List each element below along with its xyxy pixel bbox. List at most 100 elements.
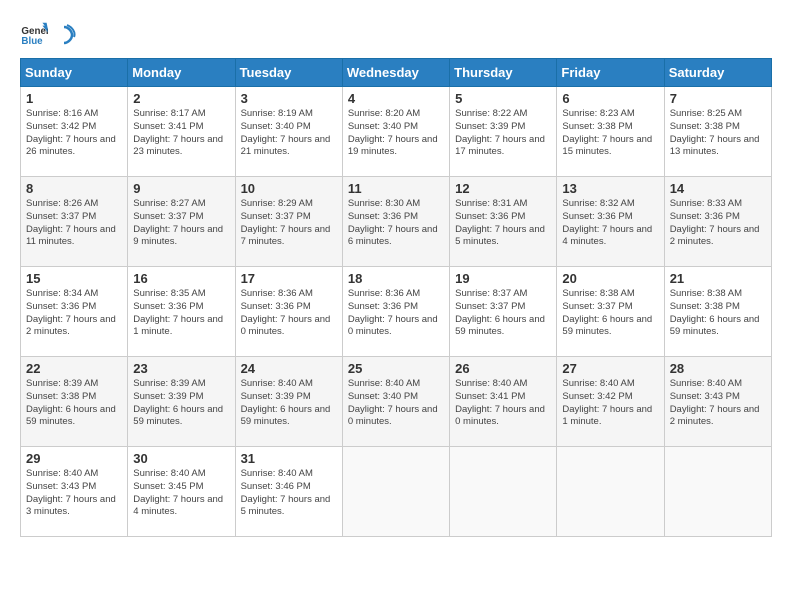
calendar-cell <box>450 447 557 537</box>
cell-info: Sunrise: 8:39 AM Sunset: 3:38 PM Dayligh… <box>26 378 122 429</box>
cell-info: Sunrise: 8:20 AM Sunset: 3:40 PM Dayligh… <box>348 108 444 159</box>
day-number: 2 <box>133 91 229 106</box>
cell-info: Sunrise: 8:40 AM Sunset: 3:43 PM Dayligh… <box>26 468 122 519</box>
calendar-cell: 22 Sunrise: 8:39 AM Sunset: 3:38 PM Dayli… <box>21 357 128 447</box>
cell-info: Sunrise: 8:38 AM Sunset: 3:38 PM Dayligh… <box>670 288 766 339</box>
day-number: 25 <box>348 361 444 376</box>
day-number: 27 <box>562 361 658 376</box>
day-number: 29 <box>26 451 122 466</box>
cell-info: Sunrise: 8:29 AM Sunset: 3:37 PM Dayligh… <box>241 198 337 249</box>
cell-info: Sunrise: 8:27 AM Sunset: 3:37 PM Dayligh… <box>133 198 229 249</box>
logo-icon: General Blue <box>20 20 48 48</box>
day-number: 4 <box>348 91 444 106</box>
cell-info: Sunrise: 8:40 AM Sunset: 3:42 PM Dayligh… <box>562 378 658 429</box>
week-row-5: 29 Sunrise: 8:40 AM Sunset: 3:43 PM Dayli… <box>21 447 772 537</box>
cell-info: Sunrise: 8:23 AM Sunset: 3:38 PM Dayligh… <box>562 108 658 159</box>
calendar-cell <box>664 447 771 537</box>
cell-info: Sunrise: 8:40 AM Sunset: 3:46 PM Dayligh… <box>241 468 337 519</box>
day-number: 21 <box>670 271 766 286</box>
day-number: 7 <box>670 91 766 106</box>
header-day-friday: Friday <box>557 59 664 87</box>
page-header: General Blue <box>20 20 772 48</box>
calendar-cell: 11Sunrise: 8:30 AM Sunset: 3:36 PM Dayli… <box>342 177 449 267</box>
cell-info: Sunrise: 8:34 AM Sunset: 3:36 PM Dayligh… <box>26 288 122 339</box>
calendar-cell: 25Sunrise: 8:40 AM Sunset: 3:40 PM Dayli… <box>342 357 449 447</box>
calendar-header: SundayMondayTuesdayWednesdayThursdayFrid… <box>21 59 772 87</box>
week-row-1: 1 Sunrise: 8:16 AM Sunset: 3:42 PM Daylig… <box>21 87 772 177</box>
calendar-cell: 21 Sunrise: 8:38 AM Sunset: 3:38 PM Dayli… <box>664 267 771 357</box>
day-number: 17 <box>241 271 337 286</box>
day-number: 30 <box>133 451 229 466</box>
calendar-cell: 14 Sunrise: 8:33 AM Sunset: 3:36 PM Dayli… <box>664 177 771 267</box>
cell-info: Sunrise: 8:38 AM Sunset: 3:37 PM Dayligh… <box>562 288 658 339</box>
calendar-cell: 27 Sunrise: 8:40 AM Sunset: 3:42 PM Dayli… <box>557 357 664 447</box>
day-number: 23 <box>133 361 229 376</box>
day-number: 19 <box>455 271 551 286</box>
week-row-4: 22 Sunrise: 8:39 AM Sunset: 3:38 PM Dayli… <box>21 357 772 447</box>
day-number: 24 <box>241 361 337 376</box>
calendar-cell <box>557 447 664 537</box>
calendar-cell: 19 Sunrise: 8:37 AM Sunset: 3:37 PM Dayli… <box>450 267 557 357</box>
day-number: 20 <box>562 271 658 286</box>
calendar-cell: 24 Sunrise: 8:40 AM Sunset: 3:39 PM Dayli… <box>235 357 342 447</box>
header-day-tuesday: Tuesday <box>235 59 342 87</box>
calendar-cell: 30Sunrise: 8:40 AM Sunset: 3:45 PM Dayli… <box>128 447 235 537</box>
cell-info: Sunrise: 8:40 AM Sunset: 3:41 PM Dayligh… <box>455 378 551 429</box>
cell-info: Sunrise: 8:32 AM Sunset: 3:36 PM Dayligh… <box>562 198 658 249</box>
day-number: 10 <box>241 181 337 196</box>
cell-info: Sunrise: 8:36 AM Sunset: 3:36 PM Dayligh… <box>241 288 337 339</box>
header-day-sunday: Sunday <box>21 59 128 87</box>
calendar-cell: 16Sunrise: 8:35 AM Sunset: 3:36 PM Dayli… <box>128 267 235 357</box>
day-number: 22 <box>26 361 122 376</box>
day-number: 18 <box>348 271 444 286</box>
day-number: 14 <box>670 181 766 196</box>
cell-info: Sunrise: 8:40 AM Sunset: 3:43 PM Dayligh… <box>670 378 766 429</box>
cell-info: Sunrise: 8:19 AM Sunset: 3:40 PM Dayligh… <box>241 108 337 159</box>
day-number: 1 <box>26 91 122 106</box>
calendar-cell: 29 Sunrise: 8:40 AM Sunset: 3:43 PM Dayli… <box>21 447 128 537</box>
logo-wave-icon <box>54 23 76 45</box>
cell-info: Sunrise: 8:37 AM Sunset: 3:37 PM Dayligh… <box>455 288 551 339</box>
cell-info: Sunrise: 8:22 AM Sunset: 3:39 PM Dayligh… <box>455 108 551 159</box>
calendar-cell: 2 Sunrise: 8:17 AM Sunset: 3:41 PM Daylig… <box>128 87 235 177</box>
calendar-cell: 20 Sunrise: 8:38 AM Sunset: 3:37 PM Dayli… <box>557 267 664 357</box>
calendar-cell: 17 Sunrise: 8:36 AM Sunset: 3:36 PM Dayli… <box>235 267 342 357</box>
cell-info: Sunrise: 8:33 AM Sunset: 3:36 PM Dayligh… <box>670 198 766 249</box>
calendar-cell: 23Sunrise: 8:39 AM Sunset: 3:39 PM Dayli… <box>128 357 235 447</box>
cell-info: Sunrise: 8:36 AM Sunset: 3:36 PM Dayligh… <box>348 288 444 339</box>
cell-info: Sunrise: 8:40 AM Sunset: 3:39 PM Dayligh… <box>241 378 337 429</box>
day-number: 11 <box>348 181 444 196</box>
calendar-cell: 3 Sunrise: 8:19 AM Sunset: 3:40 PM Daylig… <box>235 87 342 177</box>
header-day-saturday: Saturday <box>664 59 771 87</box>
calendar-cell: 6 Sunrise: 8:23 AM Sunset: 3:38 PM Daylig… <box>557 87 664 177</box>
day-number: 16 <box>133 271 229 286</box>
calendar-body: 1 Sunrise: 8:16 AM Sunset: 3:42 PM Daylig… <box>21 87 772 537</box>
day-number: 28 <box>670 361 766 376</box>
header-row: SundayMondayTuesdayWednesdayThursdayFrid… <box>21 59 772 87</box>
calendar-cell: 10 Sunrise: 8:29 AM Sunset: 3:37 PM Dayli… <box>235 177 342 267</box>
day-number: 12 <box>455 181 551 196</box>
cell-info: Sunrise: 8:16 AM Sunset: 3:42 PM Dayligh… <box>26 108 122 159</box>
calendar-cell: 31Sunrise: 8:40 AM Sunset: 3:46 PM Dayli… <box>235 447 342 537</box>
logo: General Blue <box>20 20 76 48</box>
cell-info: Sunrise: 8:25 AM Sunset: 3:38 PM Dayligh… <box>670 108 766 159</box>
calendar-cell: 15 Sunrise: 8:34 AM Sunset: 3:36 PM Dayli… <box>21 267 128 357</box>
day-number: 6 <box>562 91 658 106</box>
day-number: 15 <box>26 271 122 286</box>
cell-info: Sunrise: 8:17 AM Sunset: 3:41 PM Dayligh… <box>133 108 229 159</box>
day-number: 9 <box>133 181 229 196</box>
calendar-cell: 28 Sunrise: 8:40 AM Sunset: 3:43 PM Dayli… <box>664 357 771 447</box>
calendar-cell: 12Sunrise: 8:31 AM Sunset: 3:36 PM Dayli… <box>450 177 557 267</box>
calendar-cell: 4 Sunrise: 8:20 AM Sunset: 3:40 PM Daylig… <box>342 87 449 177</box>
cell-info: Sunrise: 8:26 AM Sunset: 3:37 PM Dayligh… <box>26 198 122 249</box>
day-number: 3 <box>241 91 337 106</box>
svg-text:Blue: Blue <box>21 36 43 47</box>
calendar-cell: 1 Sunrise: 8:16 AM Sunset: 3:42 PM Daylig… <box>21 87 128 177</box>
week-row-2: 8Sunrise: 8:26 AM Sunset: 3:37 PM Daylig… <box>21 177 772 267</box>
day-number: 26 <box>455 361 551 376</box>
calendar-table: SundayMondayTuesdayWednesdayThursdayFrid… <box>20 58 772 537</box>
calendar-cell: 26 Sunrise: 8:40 AM Sunset: 3:41 PM Dayli… <box>450 357 557 447</box>
day-number: 13 <box>562 181 658 196</box>
calendar-cell: 5Sunrise: 8:22 AM Sunset: 3:39 PM Daylig… <box>450 87 557 177</box>
calendar-cell: 8Sunrise: 8:26 AM Sunset: 3:37 PM Daylig… <box>21 177 128 267</box>
